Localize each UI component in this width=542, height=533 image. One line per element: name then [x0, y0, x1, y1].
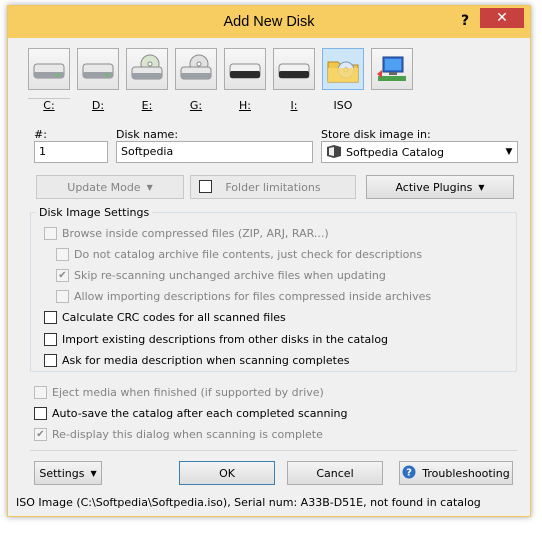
title-bar[interactable]: Add New Disk ? ✕: [8, 6, 530, 38]
cancel-button[interactable]: Cancel: [287, 461, 383, 485]
option-label: Import existing descriptions from other …: [62, 333, 389, 346]
checkbox[interactable]: [56, 248, 69, 261]
removable-drive-icon[interactable]: [224, 48, 266, 90]
dialog-client-area: C: D: E: G: H: I: ISO #: 1 Disk name: So…: [16, 38, 522, 510]
drive-label: G:: [189, 99, 203, 112]
update-mode-label: Update Mode: [67, 180, 141, 194]
caret-down-icon: ▼: [478, 182, 485, 192]
ask-media-description-option[interactable]: Ask for media description when scanning …: [44, 354, 349, 367]
drive-d[interactable]: D:: [77, 48, 123, 128]
store-in-label: Store disk image in:: [321, 128, 431, 141]
checkbox[interactable]: [44, 311, 57, 324]
auto-save-option[interactable]: Auto-save the catalog after each complet…: [34, 407, 348, 420]
caret-down-icon: ▼: [146, 182, 153, 192]
option-label: Auto-save the catalog after each complet…: [52, 407, 348, 420]
catalog-select[interactable]: Softpedia Catalog ▼: [321, 141, 518, 163]
add-new-disk-dialog: Add New Disk ? ✕ C: D: E: G: H: I: ISO #…: [7, 5, 531, 517]
cd-drive-icon[interactable]: [126, 48, 168, 90]
eject-media-option[interactable]: Eject media when finished (if supported …: [34, 386, 324, 399]
drive-label: H:: [239, 99, 251, 112]
status-bar: ISO Image (C:\Softpedia\Softpedia.iso), …: [16, 496, 481, 509]
caret-down-icon: ▼: [90, 468, 97, 478]
calculate-crc-option[interactable]: Calculate CRC codes for all scanned file…: [44, 311, 286, 324]
checkmark-icon[interactable]: ✔: [34, 428, 47, 441]
ok-label: OK: [219, 466, 235, 480]
drive-label: ISO: [333, 99, 353, 112]
checkbox[interactable]: [44, 227, 57, 240]
checkbox[interactable]: [34, 407, 47, 420]
active-plugins-button[interactable]: Active Plugins ▼: [366, 175, 514, 199]
help-circle-icon: ?: [402, 465, 416, 482]
drive-c[interactable]: C:: [28, 48, 74, 128]
disk-image-settings-title: Disk Image Settings: [36, 206, 153, 219]
drive-label: C:: [43, 99, 55, 112]
troubleshooting-button[interactable]: ? Troubleshooting: [399, 461, 513, 485]
cd-drive-icon[interactable]: [175, 48, 217, 90]
cancel-label: Cancel: [316, 466, 354, 480]
option-label: Skip re-scanning unchanged archive files…: [74, 269, 386, 282]
divider: [30, 450, 517, 451]
troubleshooting-label: Troubleshooting: [422, 466, 510, 480]
drive-g[interactable]: G:: [175, 48, 221, 128]
drive-iso[interactable]: ISO: [322, 48, 368, 128]
active-plugins-label: Active Plugins: [395, 180, 473, 194]
hard-drive-icon[interactable]: [77, 48, 119, 90]
no-catalog-archive-option[interactable]: Do not catalog archive file contents, ju…: [56, 248, 422, 261]
folder-limitations-checkbox[interactable]: [199, 180, 212, 193]
window-title: Add New Disk: [223, 14, 315, 30]
update-mode-button[interactable]: Update Mode ▼: [36, 175, 184, 199]
option-label: Re-display this dialog when scanning is …: [52, 428, 323, 441]
settings-button[interactable]: Settings ▼: [34, 461, 102, 485]
option-label: Ask for media description when scanning …: [62, 354, 350, 367]
import-descriptions-option[interactable]: Import existing descriptions from other …: [44, 333, 388, 346]
browse-compressed-option[interactable]: Browse inside compressed files (ZIP, ARJ…: [44, 227, 329, 240]
drive-separator: [28, 98, 70, 99]
iso-folder-icon[interactable]: [322, 48, 364, 90]
network-drive-icon[interactable]: [371, 48, 413, 90]
checkbox[interactable]: [44, 354, 57, 367]
hard-drive-icon[interactable]: [28, 48, 70, 90]
checkmark-icon[interactable]: ✔: [56, 269, 69, 282]
drive-label: E:: [141, 99, 153, 112]
option-label: Do not catalog archive file contents, ju…: [74, 248, 423, 261]
disk-name-label: Disk name:: [116, 128, 179, 141]
drive-e[interactable]: E:: [126, 48, 172, 128]
drive-label: I:: [290, 99, 298, 112]
number-field[interactable]: 1: [34, 141, 108, 163]
option-label: Eject media when finished (if supported …: [52, 386, 324, 399]
folder-limitations-label: Folder limitations: [225, 180, 321, 194]
folder-limitations-button[interactable]: Folder limitations: [190, 175, 356, 199]
ok-button[interactable]: OK: [179, 461, 275, 485]
option-label: Browse inside compressed files (ZIP, ARJ…: [62, 227, 329, 240]
chevron-down-icon: ▼: [505, 147, 513, 157]
help-button[interactable]: ?: [458, 13, 472, 29]
allow-importing-option[interactable]: Allow importing descriptions for files c…: [56, 290, 431, 303]
removable-drive-icon[interactable]: [273, 48, 315, 90]
catalog-select-value: Softpedia Catalog: [346, 145, 444, 159]
number-label: #:: [34, 128, 47, 141]
checkbox[interactable]: [34, 386, 47, 399]
svg-text:?: ?: [406, 467, 412, 478]
drive-i[interactable]: I:: [273, 48, 319, 128]
option-label: Calculate CRC codes for all scanned file…: [62, 311, 286, 324]
disk-name-field[interactable]: Softpedia: [116, 141, 313, 163]
drive-label: D:: [91, 99, 105, 112]
catalog-icon: [322, 144, 342, 161]
drive-network[interactable]: [371, 48, 417, 128]
redisplay-dialog-option[interactable]: ✔ Re-display this dialog when scanning i…: [34, 428, 323, 441]
checkbox[interactable]: [56, 290, 69, 303]
skip-rescanning-option[interactable]: ✔ Skip re-scanning unchanged archive fil…: [56, 269, 386, 282]
checkbox[interactable]: [44, 333, 57, 346]
settings-label: Settings: [39, 466, 85, 480]
drive-h[interactable]: H:: [224, 48, 270, 128]
option-label: Allow importing descriptions for files c…: [74, 290, 432, 303]
close-button[interactable]: ✕: [480, 8, 524, 28]
